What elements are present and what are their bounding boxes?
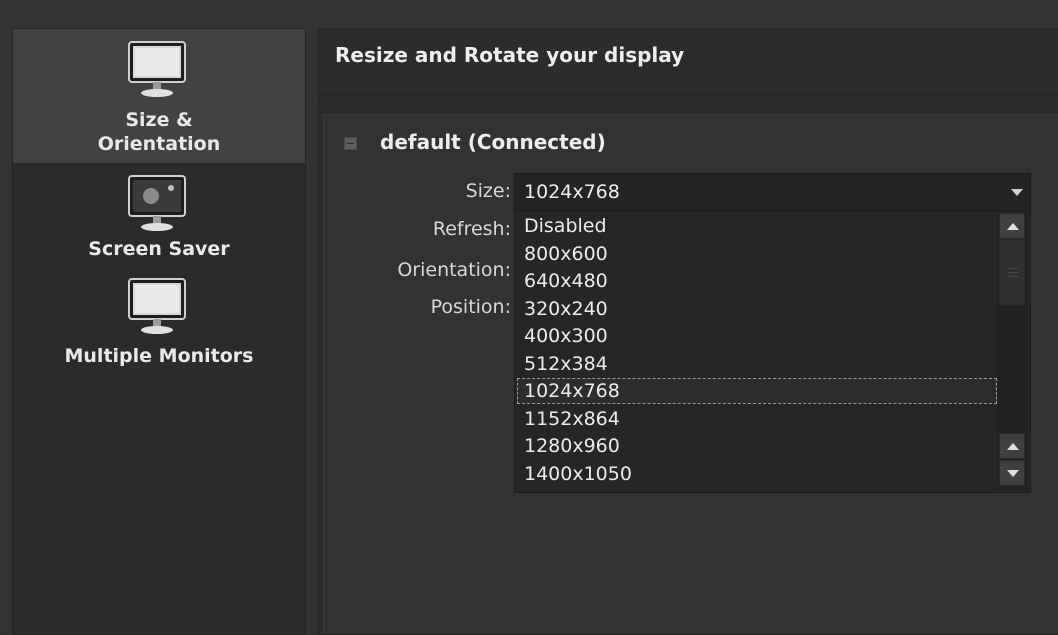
list-item[interactable]: 1400x1050 (517, 461, 997, 487)
monitor-icon (128, 278, 186, 334)
sidebar-item-multiple-monitors[interactable]: Multiple Monitors (13, 273, 305, 373)
sidebar-item-label: Screen Saver (88, 238, 230, 260)
list-item[interactable]: 512x384 (517, 351, 997, 377)
sidebar-item-screen-saver[interactable]: Screen Saver (13, 169, 305, 269)
size-dropdown-list: Disabled 800x600 640x480 320x240 400x300… (514, 210, 1031, 493)
page-header: Resize and Rotate your display (318, 28, 1058, 96)
sidebar: Size & Orientation Screen Saver Multiple… (12, 28, 306, 635)
list-item[interactable]: 320x240 (517, 296, 997, 322)
sidebar-item-label: Multiple Monitors (64, 345, 254, 367)
orientation-label: Orientation: (397, 259, 511, 281)
sidebar-item-label: Size & Orientation (97, 109, 221, 155)
position-label: Position: (430, 296, 511, 318)
refresh-label: Refresh: (432, 218, 511, 240)
list-item[interactable]: 800x600 (517, 241, 997, 267)
scroll-up-button[interactable] (999, 213, 1025, 239)
device-title: default (Connected) (380, 130, 606, 154)
scrollbar-thumb[interactable] (999, 239, 1025, 305)
list-item-focused[interactable]: 1024x768 (517, 378, 997, 404)
list-item[interactable]: 1152x864 (517, 406, 997, 432)
monitor-icon (128, 41, 186, 97)
collapse-toggle-icon[interactable] (344, 137, 357, 150)
sidebar-item-size-orientation[interactable]: Size & Orientation (13, 29, 305, 163)
size-label: Size: (465, 180, 511, 202)
list-item[interactable]: 640x480 (517, 268, 997, 294)
grip-line (1008, 276, 1018, 277)
screen-saver-icon (128, 175, 186, 231)
chevron-down-icon (1011, 189, 1023, 196)
grip-line (1008, 272, 1018, 273)
list-item[interactable]: 400x300 (517, 323, 997, 349)
scroll-down-button[interactable] (999, 460, 1025, 486)
arrow-down-icon (1007, 470, 1019, 477)
scroll-up-button[interactable] (999, 433, 1025, 459)
list-item[interactable]: Disabled (517, 213, 997, 239)
list-item[interactable]: 1280x960 (517, 433, 997, 459)
arrow-up-icon (1007, 443, 1019, 450)
grip-line (1008, 268, 1018, 269)
size-select-value: 1024x768 (524, 181, 620, 203)
arrow-up-icon (1007, 223, 1019, 230)
page-title: Resize and Rotate your display (335, 43, 685, 67)
size-select[interactable]: 1024x768 (514, 173, 1031, 212)
